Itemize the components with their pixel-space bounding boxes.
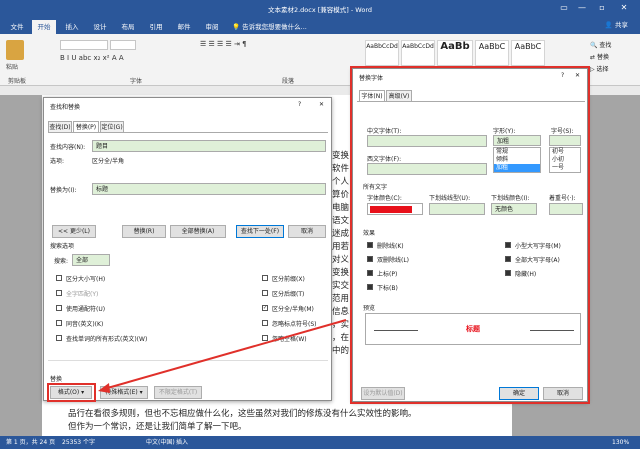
status-mode[interactable]: 插入 [176,436,188,449]
status-bar: 第 1 页，共 24 页 25353 个字 中文(中国) 插入 130% [0,436,640,449]
status-page[interactable]: 第 1 页，共 24 页 [6,436,55,449]
status-language[interactable]: 中文(中国) [146,436,175,449]
font-dialog-highlight [350,66,590,404]
status-zoom[interactable]: 130% [612,436,629,449]
status-words[interactable]: 25353 个字 [62,436,95,449]
